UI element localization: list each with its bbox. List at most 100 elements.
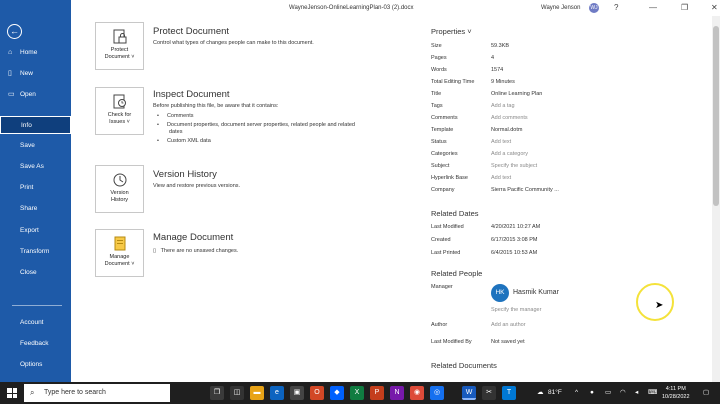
task-view-icon[interactable]: ❐ (210, 386, 224, 400)
store-icon[interactable]: ▣ (290, 386, 304, 400)
nav-item-label: Open (20, 91, 36, 98)
nav-item-export[interactable]: Export (0, 222, 71, 240)
list-item: Comments (157, 112, 355, 121)
nav-item-save[interactable]: Save (0, 137, 71, 155)
author-row[interactable]: Author Add an author (431, 320, 711, 330)
edge-icon[interactable]: e (270, 386, 284, 400)
manage-document-icon (114, 236, 125, 251)
date-row: Last Modified 4/20/2021 10:27 AM (431, 224, 541, 230)
check-for-issues-button[interactable]: Check for Issues ˅ (95, 87, 144, 135)
back-arrow-icon[interactable]: ← (7, 24, 22, 39)
nav-item-label: Home (20, 49, 38, 56)
nav-item-label: Close (20, 269, 37, 276)
battery-icon[interactable]: ▭ (605, 382, 611, 404)
property-row[interactable]: Tags Add a tag (431, 101, 711, 111)
info-page: WayneJenson-OnlineLearningPlan-03 (2).do… (71, 0, 720, 382)
property-row[interactable]: Subject Specify the subject (431, 161, 711, 171)
list-item: Custom XML data (157, 137, 355, 146)
wifi-icon[interactable]: ◠ (620, 382, 626, 404)
property-row[interactable]: Comments Add comments (431, 113, 711, 123)
nav-item-transform[interactable]: Transform (0, 243, 71, 261)
property-row[interactable]: Hyperlink Base Add text (431, 173, 711, 183)
taskbar-clock[interactable]: 4:11 PM 10/28/2022 (662, 385, 690, 401)
manage-document-title: Manage Document (153, 232, 234, 243)
new-document-icon: ▯ (8, 70, 12, 77)
version-history-desc: View and restore previous versions. (153, 183, 241, 189)
history-clock-icon (113, 173, 126, 187)
properties-header[interactable]: Properties ˅ (431, 27, 472, 36)
manage-document-desc: ▯ There are no unsaved changes. (153, 248, 239, 254)
property-row: Pages 4 (431, 55, 495, 61)
nav-item-account[interactable]: Account (0, 314, 71, 332)
microphone-icon[interactable]: ● (590, 382, 594, 404)
excel-icon[interactable]: X (350, 386, 364, 400)
nav-item-print[interactable]: Print (0, 179, 71, 197)
inspect-document-list: Comments Document properties, document s… (157, 112, 355, 146)
weather-temp[interactable]: 81°F (548, 382, 562, 404)
lock-document-icon (113, 29, 126, 44)
nav-item-label: Save (20, 142, 35, 149)
backstage-nav: ← ⌂ Home ▯ New ▭ Open Info Save Save As … (0, 0, 71, 382)
property-row[interactable]: Company Sierra Pacific Community ... (431, 185, 711, 195)
property-row: Template Normal.dotm (431, 127, 523, 133)
nav-item-label: Transform (20, 248, 50, 255)
inspect-document-icon (113, 94, 126, 109)
property-row[interactable]: Categories Add a category (431, 149, 711, 159)
nav-item-label: Options (20, 361, 43, 368)
protect-document-button[interactable]: Protect Document ˅ (95, 22, 144, 70)
nav-item-info[interactable]: Info (0, 116, 71, 134)
nav-item-feedback[interactable]: Feedback (0, 335, 71, 353)
nav-item-new[interactable]: ▯ New (0, 65, 71, 83)
document-title: WayneJenson-OnlineLearningPlan-03 (2).do… (289, 5, 414, 11)
office-icon[interactable]: O (310, 386, 324, 400)
version-history-button[interactable]: Version History (95, 165, 144, 213)
dropbox-icon[interactable]: ◆ (330, 386, 344, 400)
related-documents-header: Related Documents (431, 361, 497, 370)
file-explorer-icon[interactable]: ▬ (250, 386, 264, 400)
scrollbar-thumb[interactable] (713, 26, 719, 206)
related-dates-header: Related Dates (431, 209, 479, 218)
property-row[interactable]: Status Add text (431, 137, 711, 147)
nav-item-label: Print (20, 184, 34, 191)
home-icon: ⌂ (8, 49, 13, 56)
volume-icon[interactable]: ◂ (635, 382, 638, 404)
nav-item-label: New (20, 70, 34, 77)
mouse-pointer-icon: ➤ (655, 300, 664, 311)
weather-icon[interactable]: ☁ (537, 382, 544, 404)
zoom-icon[interactable]: ◎ (430, 386, 444, 400)
nav-item-save-as[interactable]: Save As (0, 158, 71, 176)
nav-item-label: Share (20, 205, 38, 212)
document-small-icon: ▯ (153, 248, 157, 254)
property-row[interactable]: Title Online Learning Plan (431, 89, 711, 99)
nav-divider (12, 305, 62, 306)
date-row: Created 6/17/2015 3:08 PM (431, 237, 538, 243)
properties-panel: Properties ˅ Size 59.3KB Pages 4 Words 1574… (431, 0, 720, 382)
chat-icon[interactable]: ◫ (230, 386, 244, 400)
nav-item-open[interactable]: ▭ Open (0, 86, 71, 104)
nav-item-options[interactable]: Options (0, 356, 71, 374)
folder-icon: ▭ (8, 91, 15, 98)
taskbar-search-input[interactable]: ⌕ Type here to search (24, 384, 170, 402)
nav-item-share[interactable]: Share (0, 200, 71, 218)
snip-icon[interactable]: ✂ (482, 386, 496, 400)
nav-item-label: Info (21, 122, 32, 129)
manager-avatar: HK (491, 284, 509, 302)
nav-item-label: Export (20, 227, 39, 234)
windows-start-icon[interactable] (7, 388, 17, 398)
teams-icon[interactable]: T (502, 386, 516, 400)
vertical-scrollbar[interactable] (712, 16, 720, 382)
nav-item-close[interactable]: Close (0, 264, 71, 282)
property-row: Total Editing Time 9 Minutes (431, 79, 515, 85)
nav-item-label: Feedback (20, 340, 49, 347)
notifications-icon[interactable]: ▢ (703, 382, 709, 404)
manage-document-button[interactable]: Manage Document ˅ (95, 229, 144, 277)
onenote-icon[interactable]: N (390, 386, 404, 400)
chrome-icon[interactable]: ◉ (410, 386, 424, 400)
language-icon[interactable]: ⌨ (648, 382, 657, 404)
word-icon[interactable]: W (462, 386, 476, 400)
nav-item-label: Account (20, 319, 44, 326)
powerpoint-icon[interactable]: P (370, 386, 384, 400)
tray-chevron-icon[interactable]: ^ (575, 382, 578, 404)
nav-item-home[interactable]: ⌂ Home (0, 44, 71, 62)
manager-name: Hasmik Kumar (513, 289, 559, 296)
